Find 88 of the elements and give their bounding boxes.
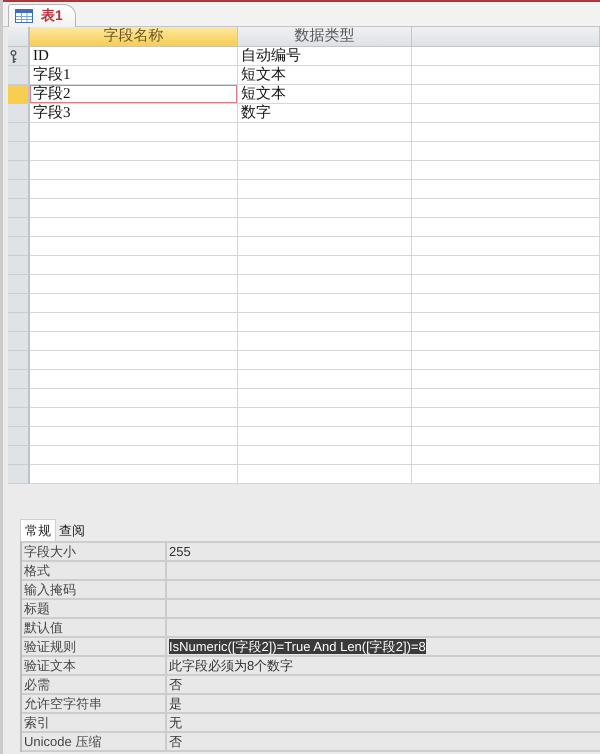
tab[interactable]: 查阅	[56, 519, 88, 541]
property-label: 字段大小	[22, 543, 167, 560]
tab[interactable]: 常规	[20, 519, 56, 541]
property-label: 必需	[22, 676, 167, 693]
field-name-cell[interactable]	[30, 351, 238, 370]
data-type-cell[interactable]: 自动编号	[238, 47, 412, 66]
property-label: 验证文本	[22, 657, 167, 674]
field-name-cell[interactable]	[30, 446, 238, 465]
description-cell[interactable]	[412, 199, 600, 218]
table-icon	[15, 9, 33, 23]
column-header: 数据类型	[238, 27, 412, 47]
property-label: 标题	[22, 600, 167, 617]
property-label: 验证规则	[22, 638, 167, 655]
description-cell[interactable]	[412, 408, 600, 427]
data-type-cell[interactable]	[238, 256, 412, 275]
field-name-cell[interactable]	[30, 161, 238, 180]
data-type-cell[interactable]	[238, 313, 412, 332]
data-type-cell[interactable]: 短文本	[238, 66, 412, 85]
row-selector[interactable]	[8, 47, 30, 66]
description-cell[interactable]	[412, 465, 600, 484]
field-name-cell[interactable]: ID	[30, 47, 238, 66]
data-type-cell[interactable]	[238, 408, 412, 427]
data-type-cell[interactable]	[238, 427, 412, 446]
field-name-cell[interactable]: 字段3	[30, 104, 238, 123]
description-cell[interactable]	[412, 47, 600, 66]
field-name-cell[interactable]	[30, 294, 238, 313]
property-label: Unicode 压缩	[22, 733, 167, 750]
data-type-cell[interactable]	[238, 275, 412, 294]
field-name-cell[interactable]	[30, 332, 238, 351]
description-cell[interactable]	[412, 180, 600, 199]
description-cell[interactable]	[412, 389, 600, 408]
property-label: 格式	[22, 562, 167, 579]
property-label: 输入掩码	[22, 581, 167, 598]
field-name-cell[interactable]	[30, 465, 238, 484]
data-type-cell[interactable]	[238, 446, 412, 465]
data-type-cell[interactable]	[238, 294, 412, 313]
field-name-cell[interactable]	[30, 256, 238, 275]
description-cell[interactable]	[412, 123, 600, 142]
data-type-cell[interactable]	[238, 370, 412, 389]
description-cell[interactable]	[412, 332, 600, 351]
description-cell[interactable]	[412, 256, 600, 275]
description-cell[interactable]	[412, 275, 600, 294]
data-type-cell[interactable]	[238, 142, 412, 161]
data-type-cell[interactable]	[238, 237, 412, 256]
field-name-cell[interactable]	[30, 123, 238, 142]
data-type-cell[interactable]	[238, 218, 412, 237]
data-type-cell[interactable]: 短文本	[238, 85, 412, 104]
field-name-cell[interactable]	[30, 142, 238, 161]
description-cell[interactable]	[412, 446, 600, 465]
field-name-cell[interactable]: 字段1	[30, 66, 238, 85]
description-cell[interactable]	[412, 161, 600, 180]
description-cell[interactable]	[412, 313, 600, 332]
data-type-cell[interactable]	[238, 389, 412, 408]
column-header: 字段名称	[30, 27, 238, 47]
description-cell[interactable]	[412, 237, 600, 256]
field-name-cell[interactable]	[30, 370, 238, 389]
field-name-cell[interactable]	[30, 199, 238, 218]
data-type-cell[interactable]	[238, 199, 412, 218]
data-type-cell[interactable]	[238, 332, 412, 351]
property-label: 索引	[22, 714, 167, 731]
field-name-cell[interactable]	[30, 408, 238, 427]
description-cell[interactable]	[412, 218, 600, 237]
description-cell[interactable]	[412, 370, 600, 389]
description-cell[interactable]	[412, 142, 600, 161]
description-cell[interactable]	[412, 104, 600, 123]
data-type-cell[interactable]	[238, 123, 412, 142]
description-cell[interactable]	[412, 66, 600, 85]
data-type-cell[interactable]	[238, 465, 412, 484]
description-cell[interactable]	[412, 427, 600, 446]
description-cell[interactable]	[412, 294, 600, 313]
field-name-cell[interactable]: 字段2	[30, 85, 238, 104]
document-tab[interactable]: 表1	[8, 4, 76, 27]
field-name-cell[interactable]	[30, 218, 238, 237]
field-name-cell[interactable]	[30, 237, 238, 256]
field-name-cell[interactable]	[30, 389, 238, 408]
description-cell[interactable]	[412, 351, 600, 370]
property-label: 允许空字符串	[22, 695, 167, 712]
field-name-cell[interactable]	[30, 427, 238, 446]
field-name-cell[interactable]	[30, 180, 238, 199]
description-cell[interactable]	[412, 85, 600, 104]
data-type-cell[interactable]	[238, 351, 412, 370]
data-type-cell[interactable]	[238, 180, 412, 199]
data-type-cell[interactable]: 数字	[238, 104, 412, 123]
field-name-cell[interactable]	[30, 275, 238, 294]
property-label: 默认值	[22, 619, 167, 636]
data-type-cell[interactable]	[238, 161, 412, 180]
corner-cell	[8, 27, 30, 47]
field-name-cell[interactable]	[30, 313, 238, 332]
